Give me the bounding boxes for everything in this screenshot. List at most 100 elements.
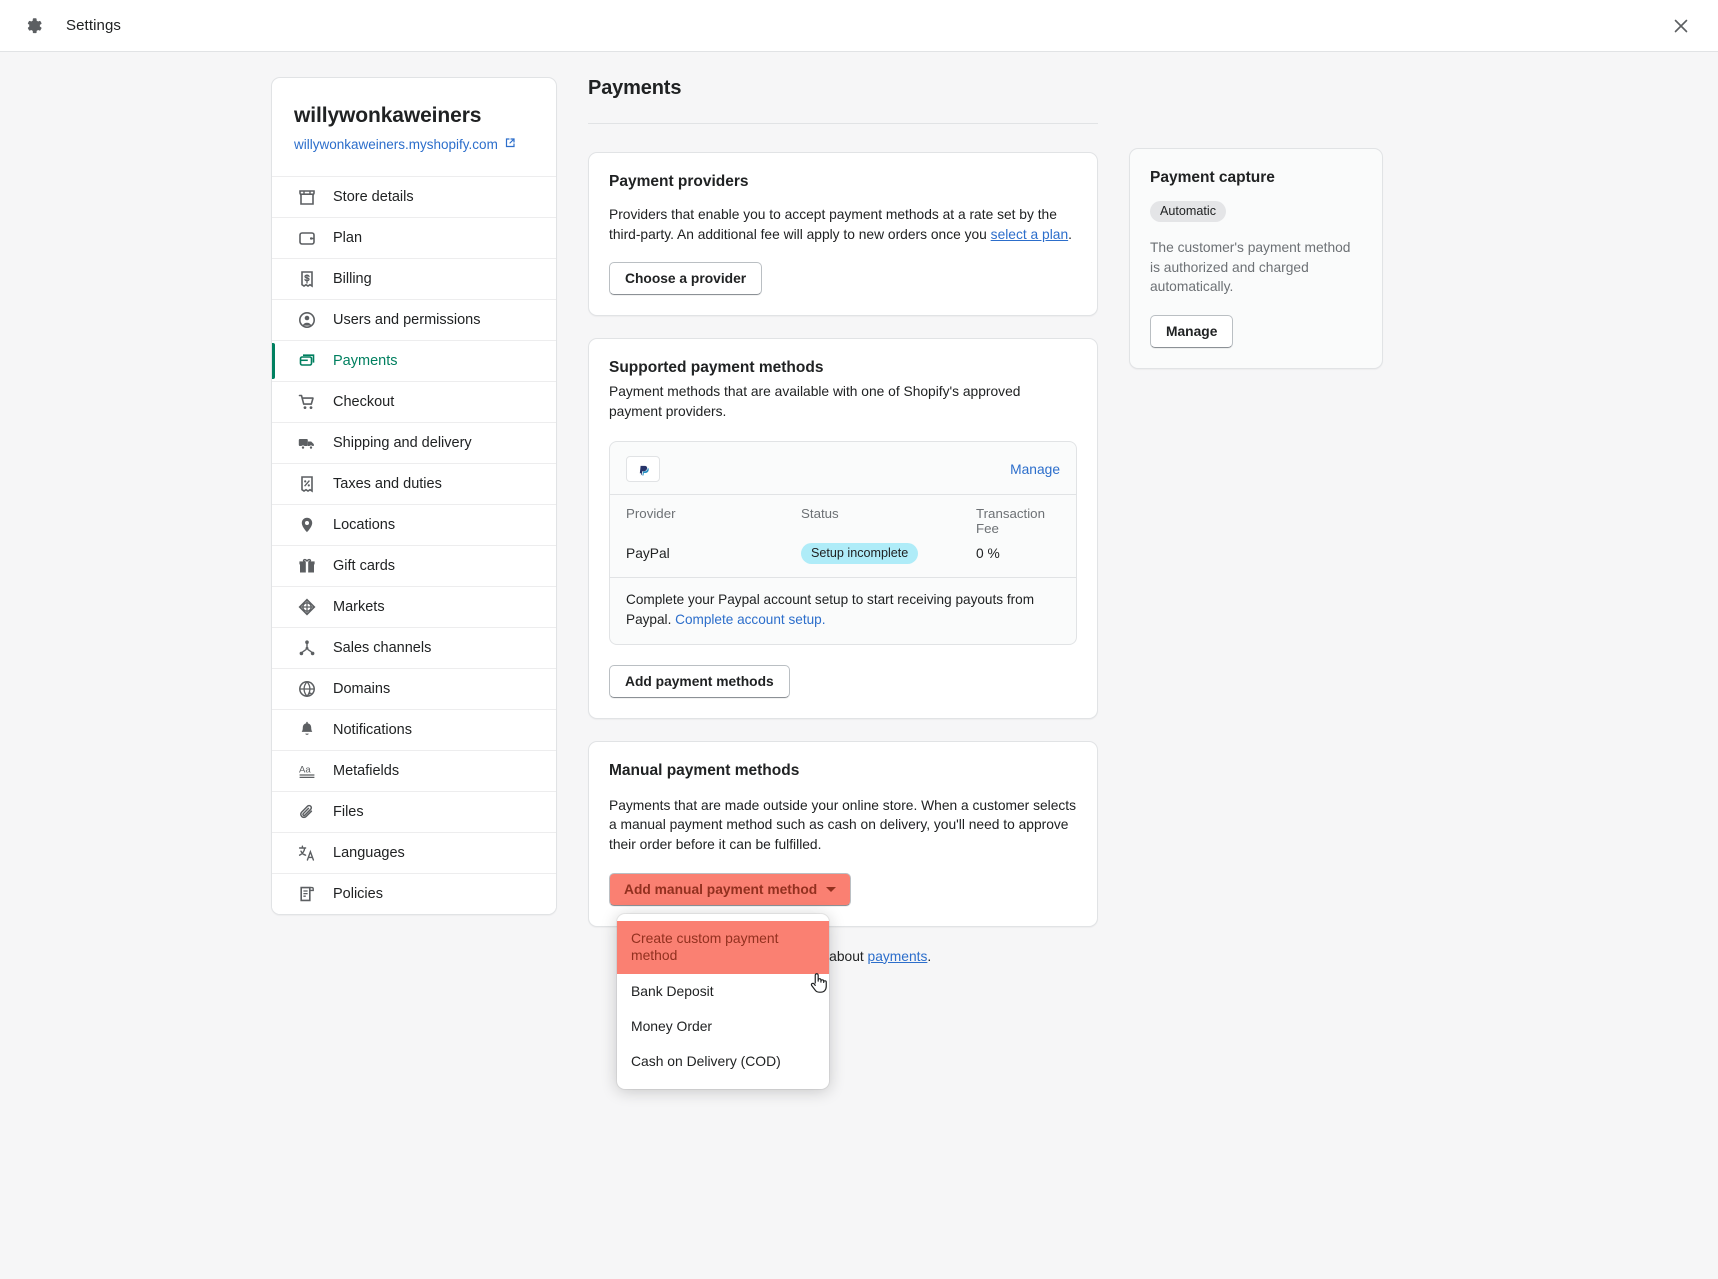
sidebar-item-label: Checkout — [333, 394, 395, 410]
user-icon — [297, 310, 317, 330]
paypal-manage-link[interactable]: Manage — [1010, 462, 1060, 477]
paypal-setup-note: Complete your Paypal account setup to st… — [610, 577, 1076, 643]
sidebar-item-checkout[interactable]: Checkout — [272, 381, 556, 422]
sidebar-item-metafields[interactable]: Aa Metafields — [272, 750, 556, 791]
sidebar-item-label: Files — [333, 804, 364, 820]
payments-doc-link[interactable]: payments — [868, 949, 928, 964]
payment-providers-card: Payment providers Providers that enable … — [588, 152, 1098, 317]
network-nodes-icon — [297, 638, 317, 658]
sidebar-item-users-and-permissions[interactable]: Users and permissions — [272, 299, 556, 340]
setup-note-period: . — [821, 612, 826, 628]
paperclip-icon — [297, 802, 317, 822]
window-title: Settings — [66, 17, 121, 34]
payment-capture-badge: Automatic — [1150, 201, 1226, 223]
add-manual-payment-method-label: Add manual payment method — [624, 881, 818, 897]
sidebar-item-sales-channels[interactable]: Sales channels — [272, 627, 556, 668]
store-header: willywonkaweiners willywonkaweiners.mysh… — [272, 78, 556, 176]
sidebar-item-markets[interactable]: Markets — [272, 586, 556, 627]
column-header-status: Status — [801, 506, 839, 522]
complete-account-setup-link[interactable]: Complete account setup — [675, 612, 822, 627]
close-icon[interactable] — [1668, 13, 1694, 39]
sidebar-item-billing[interactable]: Billing — [272, 258, 556, 299]
status-badge: Setup incomplete — [801, 543, 919, 565]
wallet-icon — [297, 228, 317, 248]
sidebar-item-taxes-and-duties[interactable]: Taxes and duties — [272, 463, 556, 504]
scroll-document-icon — [297, 884, 317, 904]
payment-capture-description: The customer's payment method is authori… — [1150, 240, 1351, 295]
sidebar-item-label: Sales channels — [333, 640, 432, 656]
translate-icon — [297, 843, 317, 863]
supported-methods-heading: Supported payment methods — [609, 359, 824, 377]
menu-item-money-order[interactable]: Money Order — [617, 1009, 829, 1044]
page-title: Payments — [588, 77, 1098, 124]
sidebar-item-policies[interactable]: Policies — [272, 873, 556, 914]
sidebar-item-label: Policies — [333, 886, 383, 902]
receipt-dollar-icon — [297, 269, 317, 289]
chevron-down-icon — [826, 886, 837, 892]
sidebar-item-files[interactable]: Files — [272, 791, 556, 832]
store-url-link[interactable]: willywonkaweiners.myshopify.com — [294, 137, 516, 152]
sidebar-item-notifications[interactable]: Notifications — [272, 709, 556, 750]
supported-methods-description: Payment methods that are available with … — [609, 384, 1021, 419]
learn-more-text-after: . — [927, 948, 932, 964]
providers-desc-text-2: . — [1068, 226, 1072, 242]
menu-item-cash-on-delivery-cod-[interactable]: Cash on Delivery (COD) — [617, 1044, 829, 1079]
sidebar-item-label: Payments — [333, 353, 398, 369]
sidebar-item-languages[interactable]: Languages — [272, 832, 556, 873]
settings-sidebar: willywonkaweiners willywonkaweiners.mysh… — [271, 77, 557, 915]
sidebar-item-label: Plan — [333, 230, 363, 246]
paypal-logo-icon — [626, 456, 660, 483]
sidebar-item-store-details[interactable]: Store details — [272, 176, 556, 217]
sidebar-item-label: Store details — [333, 189, 414, 205]
sidebar-item-label: Notifications — [333, 722, 412, 738]
sidebar-item-label: Shipping and delivery — [333, 435, 472, 451]
text-aa-icon: Aa — [297, 761, 317, 781]
store-url-text: willywonkaweiners.myshopify.com — [294, 137, 498, 152]
gift-icon — [297, 556, 317, 576]
add-manual-payment-method-button[interactable]: Add manual payment method — [609, 872, 852, 906]
payment-capture-heading: Payment capture — [1150, 169, 1275, 186]
map-pin-icon — [297, 515, 317, 535]
bell-icon — [297, 720, 317, 740]
sidebar-item-payments[interactable]: Payments — [272, 340, 556, 381]
sidebar-item-label: Metafields — [333, 763, 400, 779]
payment-card-icon — [297, 351, 317, 371]
store-name: willywonkaweiners — [294, 104, 482, 127]
main-column: Payments Payment providers Providers tha… — [588, 77, 1098, 1089]
choose-a-provider-button[interactable]: Choose a provider — [609, 262, 763, 296]
add-payment-methods-button[interactable]: Add payment methods — [609, 664, 790, 698]
paypal-provider-card: Manage Provider Status Transaction Fee P… — [609, 441, 1077, 645]
sidebar-item-shipping-and-delivery[interactable]: Shipping and delivery — [272, 422, 556, 463]
sidebar-item-label: Languages — [333, 845, 405, 861]
globe-icon — [297, 679, 317, 699]
gear-icon — [22, 15, 44, 37]
sidebar-item-domains[interactable]: Domains — [272, 668, 556, 709]
manual-payment-methods-card: Manual payment methods Payments that are… — [588, 740, 1098, 1089]
sidebar-item-locations[interactable]: Locations — [272, 504, 556, 545]
sidebar-item-plan[interactable]: Plan — [272, 217, 556, 258]
svg-text:Aa: Aa — [299, 765, 311, 776]
sidebar-item-label: Markets — [333, 599, 385, 615]
column-header-fee: Transaction Fee — [976, 506, 1045, 537]
sidebar-item-label: Billing — [333, 271, 372, 287]
menu-item-bank-deposit[interactable]: Bank Deposit — [617, 974, 829, 1009]
select-a-plan-link[interactable]: select a plan — [991, 227, 1068, 242]
store-icon — [297, 187, 317, 207]
sidebar-item-label: Domains — [333, 681, 391, 697]
sidebar-item-label: Locations — [333, 517, 396, 533]
window-titlebar: Settings — [0, 0, 1718, 52]
menu-item-create-custom-payment-method[interactable]: Create custom payment method — [617, 920, 829, 974]
paypal-provider-table: Provider Status Transaction Fee PayPal S… — [610, 494, 1076, 577]
sidebar-item-label: Users and permissions — [333, 312, 481, 328]
cell-transaction-fee: 0 % — [976, 546, 1000, 562]
truck-icon — [297, 433, 317, 453]
manual-methods-heading: Manual payment methods — [609, 761, 800, 779]
right-column: Payment capture Automatic The customer's… — [1129, 77, 1383, 964]
sidebar-item-label: Taxes and duties — [333, 476, 442, 492]
percent-receipt-icon — [297, 474, 317, 494]
column-header-provider: Provider — [626, 506, 676, 522]
payment-capture-manage-button[interactable]: Manage — [1150, 314, 1234, 348]
manual-payment-method-menu[interactable]: Create custom payment method Bank Deposit… — [617, 913, 829, 1089]
globe-target-icon — [297, 597, 317, 617]
sidebar-item-gift-cards[interactable]: Gift cards — [272, 545, 556, 586]
